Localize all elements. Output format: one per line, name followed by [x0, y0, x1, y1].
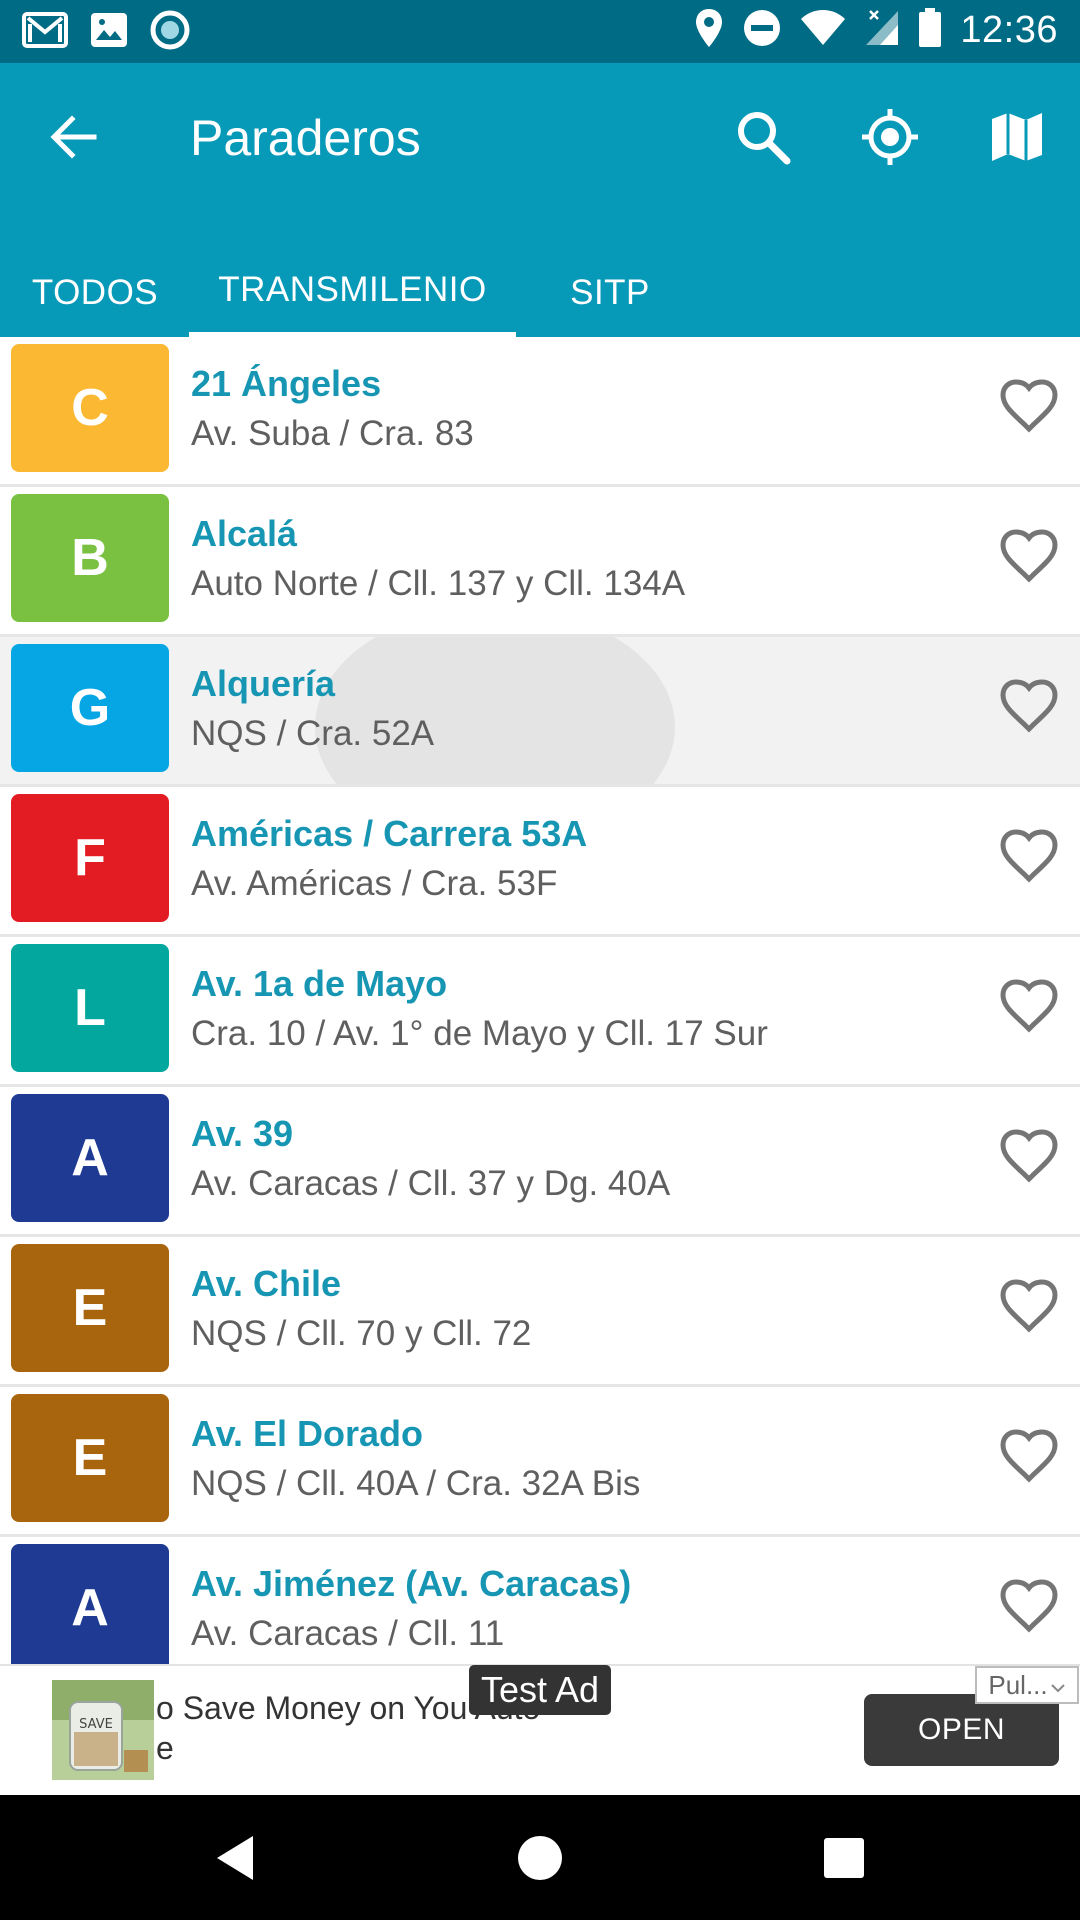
station-address: Cra. 10 / Av. 1° de Mayo y Cll. 17 Sur	[191, 1014, 768, 1053]
favorite-heart-icon[interactable]	[1000, 529, 1058, 583]
trunk-line-badge: G	[11, 644, 169, 772]
back-button[interactable]	[38, 103, 110, 175]
my-location-icon	[860, 107, 920, 172]
nav-back-button[interactable]	[200, 1825, 270, 1895]
station-row[interactable]: E Av. El Dorado NQS / Cll. 40A / Cra. 32…	[0, 1387, 1080, 1537]
tab-todos[interactable]: TODOS	[0, 248, 190, 337]
ad-text-line-2: e	[156, 1730, 174, 1766]
station-row[interactable]: B Alcalá Auto Norte / Cll. 137 y Cll. 13…	[0, 487, 1080, 637]
station-name: Av. Chile	[191, 1263, 342, 1304]
station-row[interactable]: F Américas / Carrera 53A Av. Américas / …	[0, 787, 1080, 937]
trunk-line-badge: B	[11, 494, 169, 622]
arrow-back-icon	[50, 114, 98, 164]
home-circle-icon	[516, 1834, 564, 1887]
test-ad-label: Test Ad	[469, 1665, 611, 1715]
tab-bar: TODOS TRANSMILENIO SITP	[0, 248, 1080, 337]
station-name: Américas / Carrera 53A	[191, 813, 588, 854]
ad-image[interactable]: SAVE	[52, 1680, 154, 1780]
favorite-heart-icon[interactable]	[1000, 979, 1058, 1033]
search-icon	[735, 109, 791, 170]
favorite-heart-icon[interactable]	[1000, 829, 1058, 883]
favorite-heart-icon[interactable]	[1000, 679, 1058, 733]
touch-ripple	[315, 637, 675, 784]
station-row[interactable]: L Av. 1a de Mayo Cra. 10 / Av. 1° de May…	[0, 937, 1080, 1087]
svg-text:SAVE: SAVE	[79, 1717, 113, 1732]
navigation-bar	[0, 1795, 1080, 1920]
chevron-down-icon	[1050, 1670, 1066, 1701]
station-name: Alcalá	[191, 513, 298, 554]
map-button[interactable]	[977, 99, 1057, 179]
back-triangle-icon	[213, 1834, 257, 1887]
status-left-icons	[22, 10, 190, 55]
station-address: NQS / Cll. 70 y Cll. 72	[191, 1314, 532, 1353]
station-row[interactable]: E Av. Chile NQS / Cll. 70 y Cll. 72	[0, 1237, 1080, 1387]
status-bar: 12:36	[0, 0, 1080, 63]
wifi-icon	[800, 9, 846, 52]
station-address: NQS / Cll. 40A / Cra. 32A Bis	[191, 1464, 641, 1503]
station-name: Av. El Dorado	[191, 1413, 424, 1454]
station-name: Av. 39	[191, 1113, 294, 1154]
ad-choices-label: Pul...	[988, 1669, 1048, 1700]
battery-icon	[918, 8, 942, 53]
map-icon	[989, 109, 1045, 170]
favorite-heart-icon[interactable]	[1000, 1579, 1058, 1633]
location-icon	[694, 8, 724, 53]
search-button[interactable]	[723, 99, 803, 179]
favorite-heart-icon[interactable]	[1000, 1129, 1058, 1183]
signal-icon	[864, 9, 900, 52]
trunk-line-badge: A	[11, 1094, 169, 1222]
page-title: Paraderos	[190, 110, 421, 166]
trunk-line-badge: F	[11, 794, 169, 922]
station-row[interactable]: A Av. 39 Av. Caracas / Cll. 37 y Dg. 40A	[0, 1087, 1080, 1237]
trunk-line-badge: C	[11, 344, 169, 472]
trunk-line-badge: A	[11, 1544, 169, 1664]
trunk-line-badge: E	[11, 1244, 169, 1372]
trunk-line-badge: L	[11, 944, 169, 1072]
my-location-button[interactable]	[850, 99, 930, 179]
recents-square-icon	[823, 1837, 865, 1884]
ad-choices-badge[interactable]: Pul...	[975, 1666, 1079, 1704]
status-right-icons: 12:36	[694, 8, 1058, 53]
station-name: Alquería	[191, 663, 336, 704]
station-row[interactable]: C 21 Ángeles Av. Suba / Cra. 83	[0, 337, 1080, 487]
station-row[interactable]: A Av. Jiménez (Av. Caracas) Av. Caracas …	[0, 1537, 1080, 1664]
station-address: Av. Américas / Cra. 53F	[191, 864, 558, 903]
tab-sitp[interactable]: SITP	[516, 248, 704, 337]
nav-recents-button[interactable]	[809, 1825, 879, 1895]
station-address: Av. Suba / Cra. 83	[191, 414, 474, 453]
station-address: NQS / Cra. 52A	[191, 714, 435, 753]
favorite-heart-icon[interactable]	[1000, 379, 1058, 433]
trunk-line-badge: E	[11, 1394, 169, 1522]
station-address: Av. Caracas / Cll. 37 y Dg. 40A	[191, 1164, 671, 1203]
favorite-heart-icon[interactable]	[1000, 1279, 1058, 1333]
app-bar: Paraderos TODOS TRANSMILENIO SITP	[0, 63, 1080, 337]
tab-transmilenio[interactable]: TRANSMILENIO	[189, 248, 516, 337]
station-name: Av. Jiménez (Av. Caracas)	[191, 1563, 632, 1604]
do-not-disturb-icon	[742, 8, 782, 53]
station-address: Av. Caracas / Cll. 11	[191, 1614, 505, 1653]
status-time: 12:36	[960, 9, 1058, 51]
station-address: Auto Norte / Cll. 137 y Cll. 134A	[191, 564, 686, 603]
favorite-heart-icon[interactable]	[1000, 1429, 1058, 1483]
nav-home-button[interactable]	[505, 1825, 575, 1895]
station-row[interactable]: G Alquería NQS / Cra. 52A	[0, 637, 1080, 787]
station-name: 21 Ángeles	[191, 363, 382, 404]
gmail-icon	[22, 12, 68, 53]
image-icon	[90, 12, 128, 53]
circle-app-icon	[150, 10, 190, 55]
station-list: C 21 Ángeles Av. Suba / Cra. 83 B Alcalá…	[0, 337, 1080, 1664]
ad-open-button[interactable]: OPEN	[864, 1694, 1059, 1766]
station-name: Av. 1a de Mayo	[191, 963, 448, 1004]
